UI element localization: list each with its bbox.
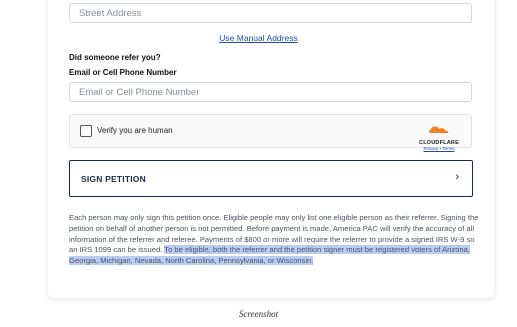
street-address-input[interactable] [69,3,472,23]
captcha-widget: Verify you are human CLOUDFLARE Privacy … [69,114,472,151]
privacy-terms-links[interactable]: Privacy • Terms [415,146,463,151]
sign-petition-button[interactable]: SIGN PETITION › [69,160,473,197]
referral-question: Did someone refer you? [69,53,161,62]
sign-petition-label: SIGN PETITION [81,174,146,184]
figure-caption: Screenshot [238,309,279,319]
verify-human-checkbox[interactable] [80,125,92,137]
eligibility-disclaimer: Each person may only sign this petition … [69,213,479,267]
referral-field-label: Email or Cell Phone Number [69,68,177,77]
chevron-right-icon: › [455,171,459,183]
use-manual-address-link[interactable]: Use Manual Address [0,33,517,43]
cloudflare-logo: CLOUDFLARE Privacy • Terms [415,121,463,151]
verify-human-label: Verify you are human [97,126,173,135]
cloud-icon [429,126,449,133]
referral-contact-input[interactable] [69,82,472,102]
